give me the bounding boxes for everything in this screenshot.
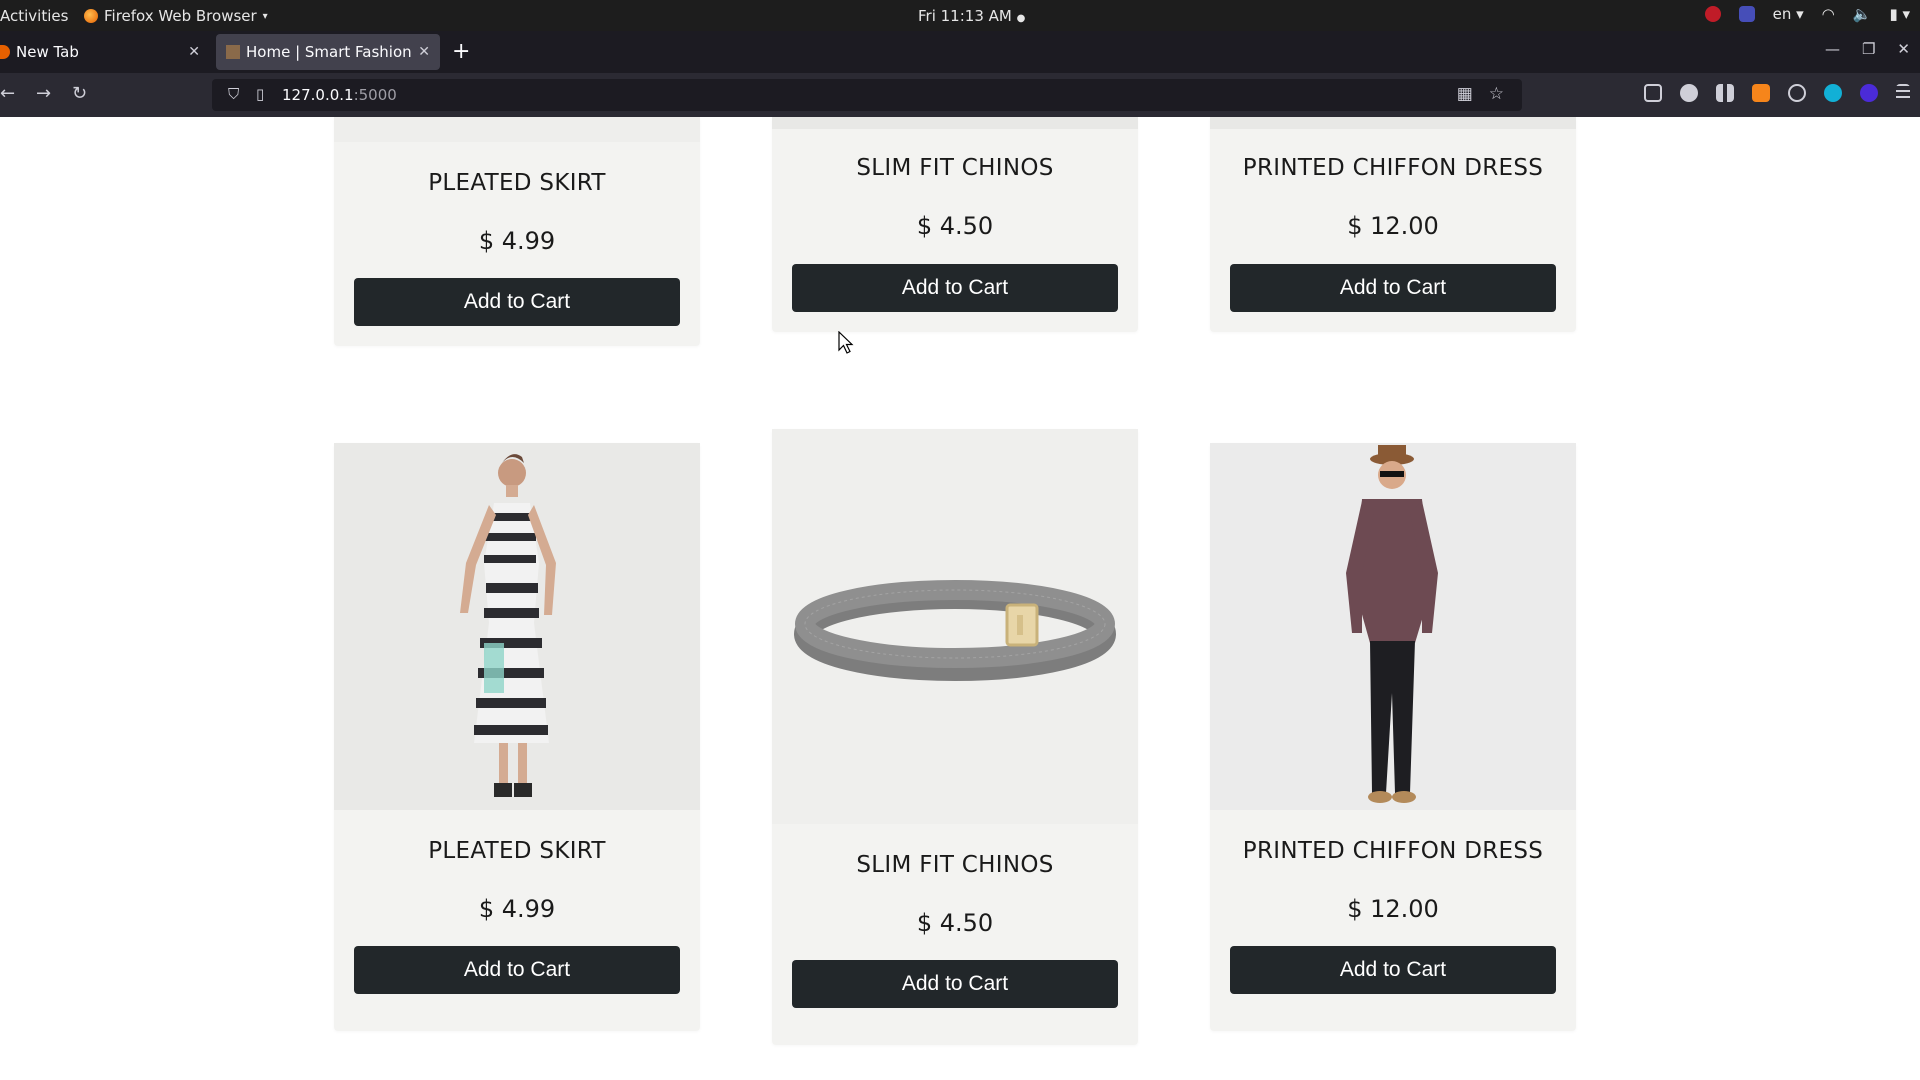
teams-icon[interactable] bbox=[1738, 6, 1755, 22]
product-image[interactable] bbox=[334, 443, 700, 810]
language-label: en bbox=[1772, 5, 1792, 23]
product-price: $ 12.00 bbox=[1347, 212, 1439, 240]
extensions-grid-icon[interactable] bbox=[1716, 84, 1734, 102]
battery-icon[interactable]: ▮ ▾ bbox=[1889, 5, 1910, 23]
product-image[interactable] bbox=[772, 429, 1138, 824]
system-tray: en ▾ ◠ 🔈 ▮ ▾ bbox=[1704, 5, 1910, 23]
tab-label: New Tab bbox=[16, 43, 79, 61]
url-host: 127.0.0.1 bbox=[282, 86, 354, 104]
add-to-cart-button[interactable]: Add to Cart bbox=[1230, 946, 1556, 994]
product-image[interactable] bbox=[772, 117, 1138, 129]
url-bar-actions: ▦ ☆ bbox=[1457, 84, 1504, 104]
product-price: $ 4.50 bbox=[916, 909, 994, 937]
product-card: PRINTED CHIFFON DRESS $ 12.00 Add to Car… bbox=[1210, 443, 1576, 1031]
firefox-tab-icon bbox=[0, 45, 10, 59]
man-in-hat-image bbox=[1210, 443, 1576, 810]
extension-toolbar bbox=[1644, 84, 1910, 102]
product-image[interactable] bbox=[1210, 443, 1576, 810]
blue-extension-icon[interactable] bbox=[1824, 84, 1842, 102]
close-window-icon[interactable]: ✕ bbox=[1897, 40, 1910, 58]
new-tab-button[interactable]: + bbox=[452, 39, 470, 64]
product-card: PLEATED SKIRT $ 4.99 Add to Cart bbox=[334, 443, 700, 1031]
add-to-cart-button[interactable]: Add to Cart bbox=[1230, 264, 1556, 312]
product-image[interactable] bbox=[334, 117, 700, 142]
volume-icon[interactable]: 🔈 bbox=[1853, 5, 1872, 23]
menu-icon[interactable] bbox=[1896, 84, 1910, 102]
clock-label: Fri 11:13 AM bbox=[918, 7, 1012, 25]
product-title[interactable]: SLIM FIT CHINOS bbox=[772, 155, 1138, 181]
product-title[interactable]: PLEATED SKIRT bbox=[334, 170, 700, 196]
account-icon[interactable] bbox=[1680, 84, 1698, 102]
firefox-icon bbox=[84, 9, 98, 23]
shield-icon[interactable]: ⛉ bbox=[228, 85, 239, 103]
url-text[interactable]: 127.0.0.1:5000 bbox=[282, 86, 397, 104]
purple-extension-icon[interactable] bbox=[1860, 84, 1878, 102]
app-menu[interactable]: Firefox Web Browser ▾ bbox=[84, 7, 268, 25]
product-price: $ 4.50 bbox=[916, 212, 994, 240]
activities-button[interactable]: Activities bbox=[0, 7, 68, 25]
url-bar[interactable]: ⛉ ▯ 127.0.0.1:5000 ▦ ☆ bbox=[212, 79, 1522, 111]
wifi-icon[interactable]: ◠ bbox=[1822, 5, 1835, 23]
close-tab-icon[interactable]: ✕ bbox=[418, 44, 430, 60]
product-price: $ 4.99 bbox=[478, 227, 556, 255]
product-title[interactable]: PRINTED CHIFFON DRESS bbox=[1210, 155, 1576, 181]
favicon-icon bbox=[226, 45, 240, 59]
product-card: SLIM FIT CHINOS $ 4.50 Add to Cart bbox=[772, 429, 1138, 1045]
language-selector[interactable]: en ▾ bbox=[1773, 5, 1804, 23]
product-card: PLEATED SKIRT $ 4.99 Add to Cart bbox=[334, 117, 700, 346]
product-grid: PLEATED SKIRT $ 4.99 Add to Cart SLIM FI… bbox=[0, 117, 1920, 1080]
mouse-cursor-icon bbox=[838, 331, 854, 354]
navigation-toolbar: ← → ↻ ⛉ ▯ 127.0.0.1:5000 ▦ ☆ bbox=[0, 73, 1920, 117]
tab-home-smart-fashion[interactable]: Home | Smart Fashion ✕ bbox=[216, 34, 440, 70]
reload-button[interactable]: ↻ bbox=[72, 83, 87, 104]
back-button[interactable]: ← bbox=[0, 83, 15, 104]
clock[interactable]: Fri 11:13 AM ● bbox=[918, 7, 1025, 25]
woman-striped-dress-image bbox=[334, 443, 700, 810]
product-card: SLIM FIT CHINOS $ 4.50 Add to Cart bbox=[772, 117, 1138, 332]
add-to-cart-button[interactable]: Add to Cart bbox=[354, 946, 680, 994]
product-price: $ 12.00 bbox=[1347, 895, 1439, 923]
minimize-icon[interactable]: — bbox=[1825, 40, 1840, 58]
add-to-cart-button[interactable]: Add to Cart bbox=[792, 960, 1118, 1008]
product-card: PRINTED CHIFFON DRESS $ 12.00 Add to Car… bbox=[1210, 117, 1576, 332]
page-info-icon[interactable]: ▯ bbox=[256, 85, 264, 103]
settings-extension-icon[interactable] bbox=[1788, 84, 1806, 102]
product-title[interactable]: SLIM FIT CHINOS bbox=[772, 852, 1138, 878]
chevron-down-icon: ▾ bbox=[262, 10, 268, 22]
tab-label: Home | Smart Fashion bbox=[246, 43, 412, 61]
url-port: :5000 bbox=[353, 86, 397, 104]
app-menu-label: Firefox Web Browser bbox=[104, 7, 257, 25]
notification-dot-icon: ● bbox=[1016, 13, 1026, 24]
bookmark-star-icon[interactable]: ☆ bbox=[1489, 84, 1504, 104]
system-top-bar: Activities Firefox Web Browser ▾ Fri 11:… bbox=[0, 0, 1920, 31]
add-to-cart-button[interactable]: Add to Cart bbox=[792, 264, 1118, 312]
grey-belt-image bbox=[772, 429, 1138, 824]
product-price: $ 4.99 bbox=[478, 895, 556, 923]
fox-extension-icon[interactable] bbox=[1752, 84, 1770, 102]
tab-strip: New Tab ✕ Home | Smart Fashion ✕ + — ❐ ✕ bbox=[0, 31, 1920, 73]
pocket-icon[interactable] bbox=[1644, 84, 1662, 102]
product-title[interactable]: PRINTED CHIFFON DRESS bbox=[1210, 838, 1576, 864]
forward-button[interactable]: → bbox=[36, 83, 51, 104]
record-indicator-icon[interactable] bbox=[1704, 6, 1721, 22]
qr-code-icon[interactable]: ▦ bbox=[1457, 84, 1473, 104]
restore-icon[interactable]: ❐ bbox=[1862, 40, 1875, 58]
product-title[interactable]: PLEATED SKIRT bbox=[334, 838, 700, 864]
add-to-cart-button[interactable]: Add to Cart bbox=[354, 278, 680, 326]
close-tab-icon[interactable]: ✕ bbox=[188, 44, 200, 60]
window-controls: — ❐ ✕ bbox=[1825, 40, 1910, 58]
product-image[interactable] bbox=[1210, 117, 1576, 129]
tab-new-tab[interactable]: New Tab ✕ bbox=[0, 34, 210, 70]
